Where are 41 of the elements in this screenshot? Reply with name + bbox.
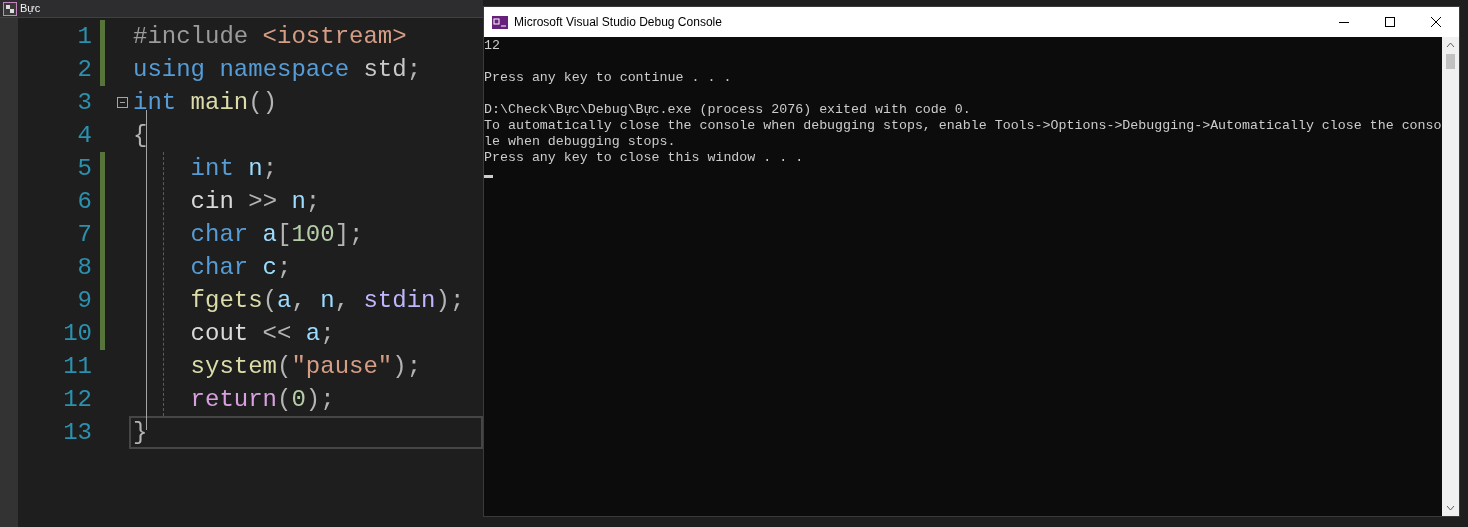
code-line: { — [133, 120, 148, 151]
vertical-scrollbar[interactable] — [1442, 37, 1459, 516]
console-output-line: le when debugging stops. — [484, 134, 676, 149]
code-line: int n; — [189, 153, 278, 184]
maximize-icon — [1385, 17, 1395, 27]
console-output-line: Press any key to continue . . . — [484, 70, 732, 85]
console-output-line: 12 — [484, 38, 500, 53]
line-number: 3 — [76, 87, 92, 118]
line-number: 13 — [62, 417, 92, 448]
code-line: return(0); — [189, 384, 335, 415]
close-icon — [1431, 17, 1441, 27]
code-line: cout << a; — [189, 318, 335, 349]
console-output-line: To automatically close the console when debugging stops, enable Tools->Options->Debugging->Automatically close the conso — [484, 118, 1442, 133]
code-line: char a[100]; — [189, 219, 364, 250]
code-line: cin >> n; — [189, 186, 321, 217]
console-app-icon — [492, 15, 508, 29]
code-line: } — [133, 417, 148, 448]
file-tab-title[interactable]: Bực — [20, 0, 41, 17]
line-number: 10 — [62, 318, 92, 349]
code-line: using namespace std; — [133, 54, 422, 85]
line-number: 9 — [76, 285, 92, 316]
line-number: 6 — [76, 186, 92, 217]
code-line: #include <iostream> — [133, 21, 407, 52]
line-number: 8 — [76, 252, 92, 283]
window-title: Microsoft Visual Studio Debug Console — [514, 14, 722, 31]
line-number: 2 — [76, 54, 92, 85]
line-number: 7 — [76, 219, 92, 250]
line-number: 12 — [62, 384, 92, 415]
console-output-line: Press any key to close this window . . . — [484, 150, 804, 165]
line-number: 11 — [62, 351, 92, 382]
code-line: char c; — [189, 252, 292, 283]
code-line: fgets(a, n, stdin); — [189, 285, 465, 316]
console-output-line: D:\Check\Bực\Debug\Bực.exe (process 2076) exited with code 0. — [484, 102, 971, 117]
code-line: system("pause"); — [189, 351, 422, 382]
collapse-icon[interactable] — [117, 97, 128, 108]
line-number: 5 — [76, 153, 92, 184]
scrollbar-thumb[interactable] — [1446, 54, 1455, 69]
line-number: 1 — [76, 21, 92, 52]
line-number: 4 — [76, 120, 92, 151]
code-line: int main() — [133, 87, 278, 118]
text-cursor — [484, 174, 493, 178]
